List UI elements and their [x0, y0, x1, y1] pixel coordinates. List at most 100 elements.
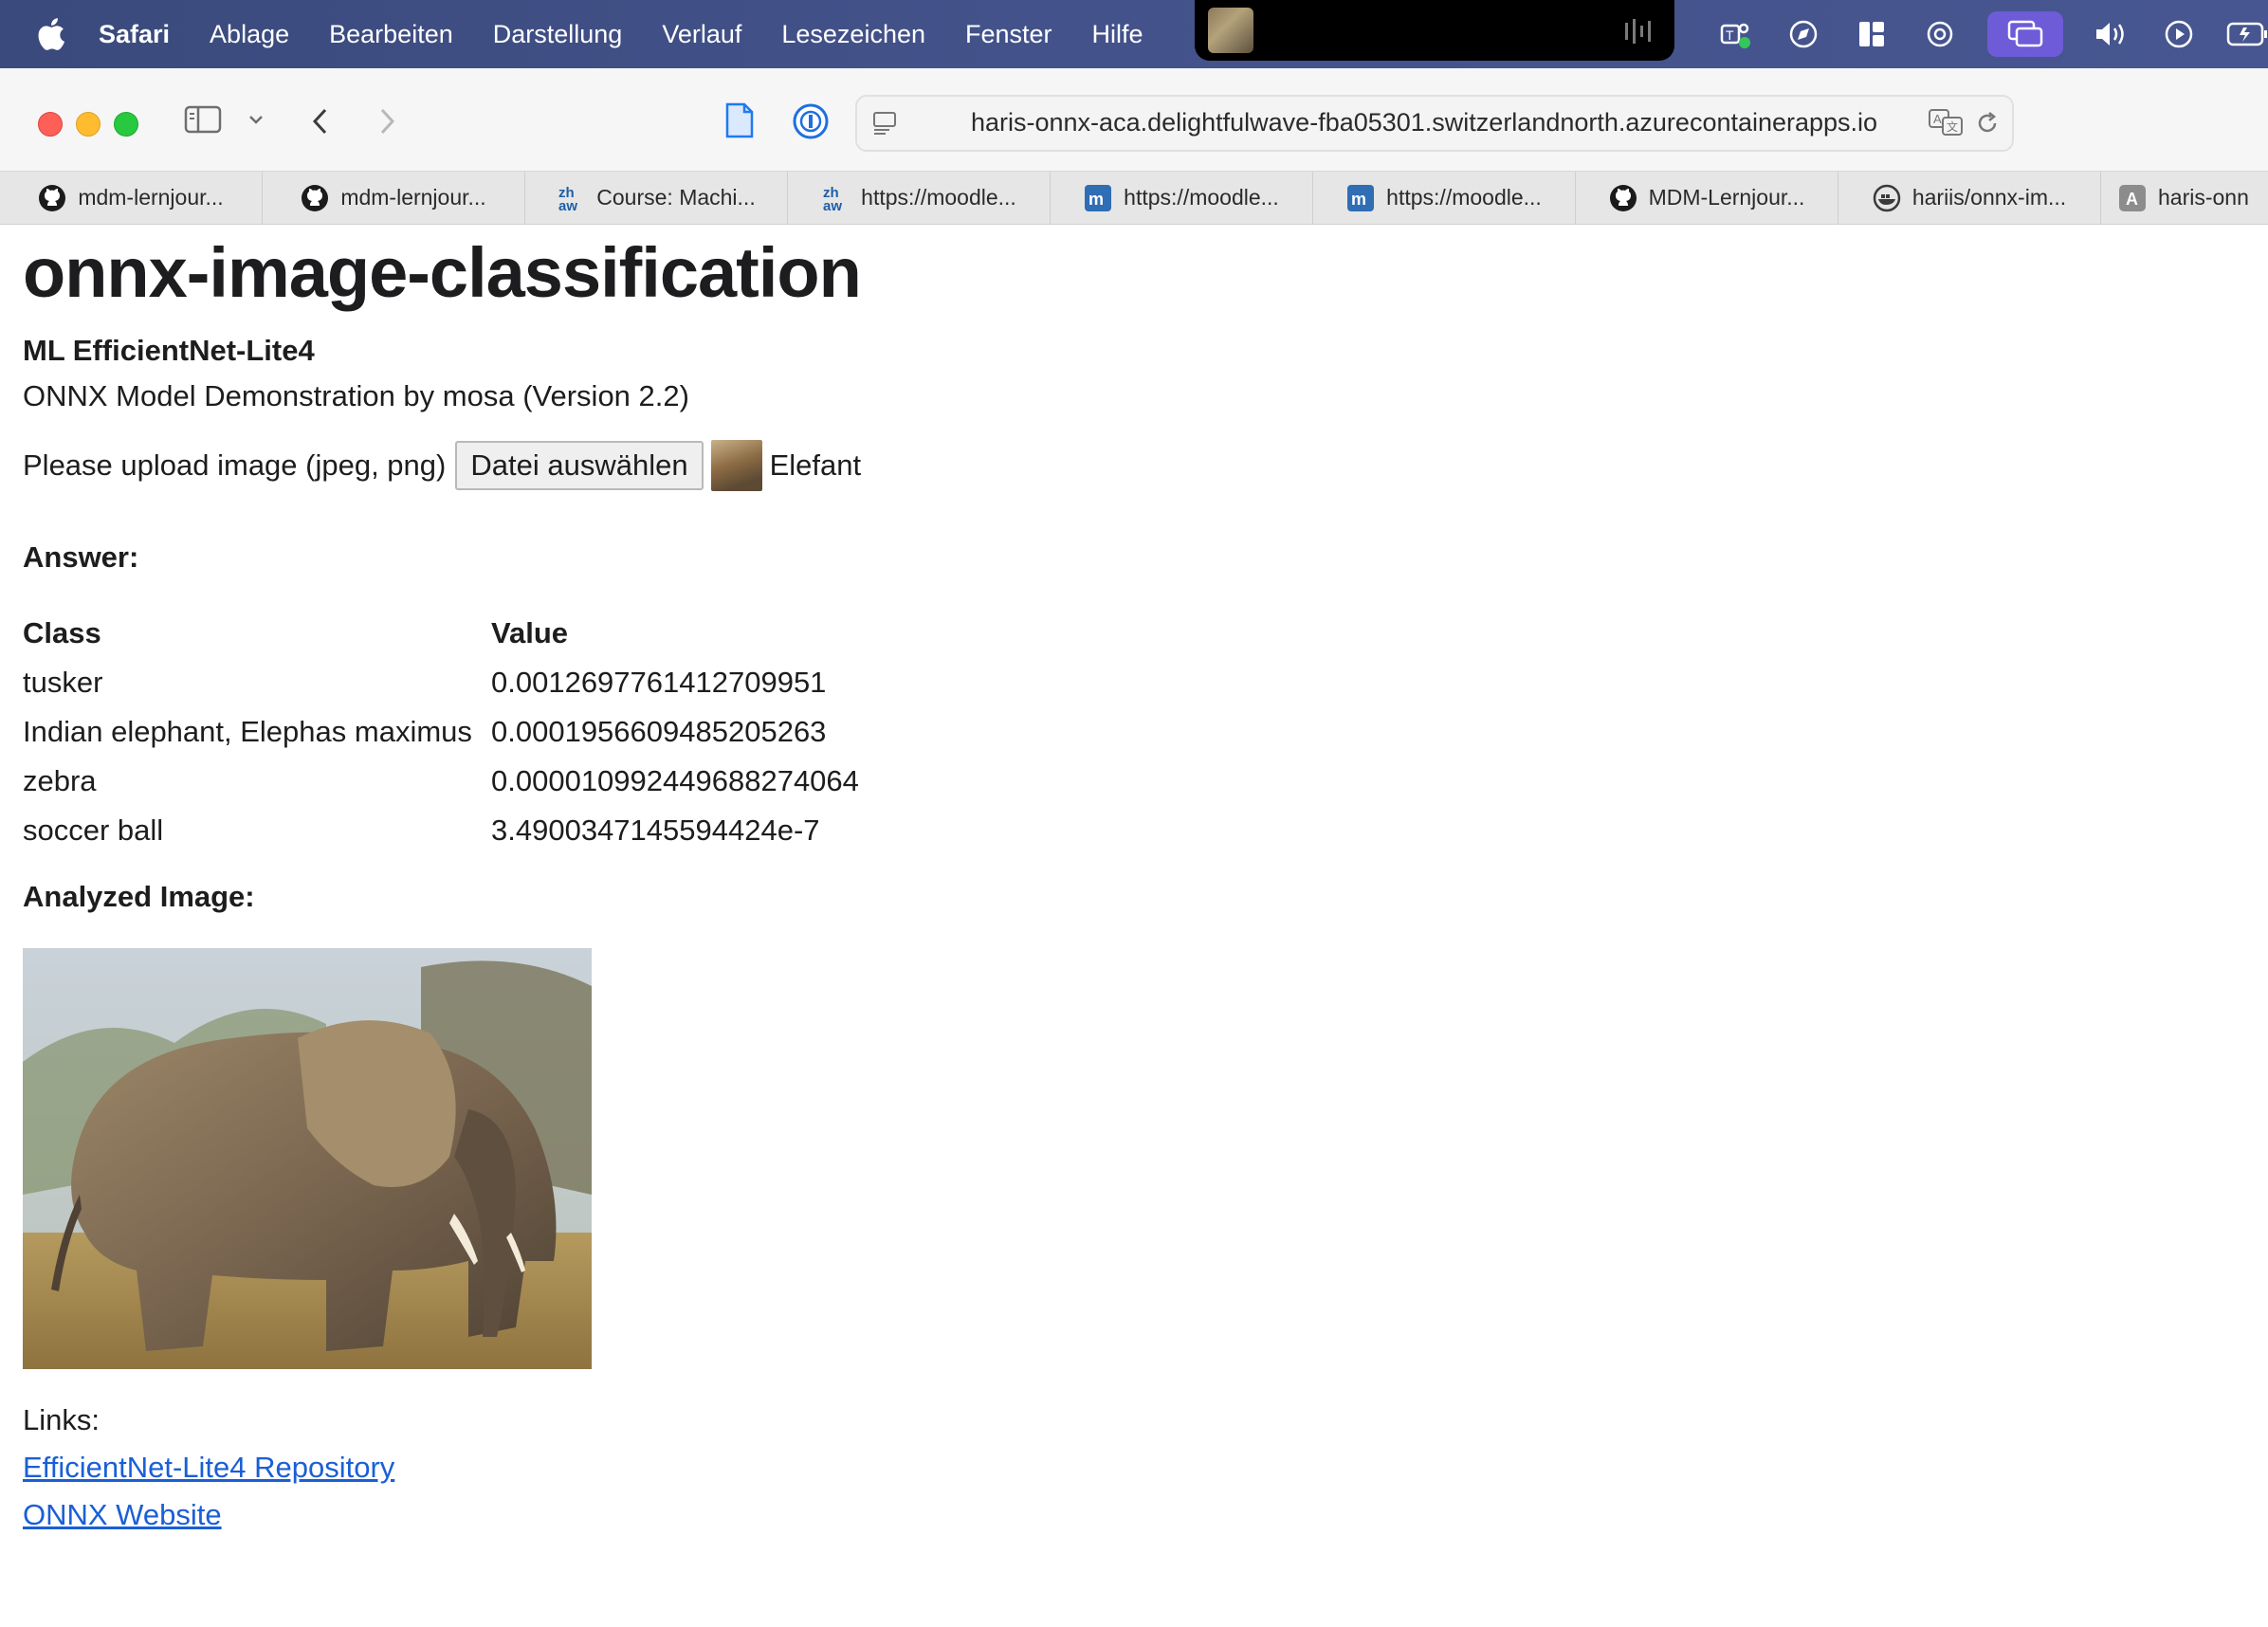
class-cell: soccer ball [23, 814, 164, 847]
url-text[interactable]: haris-onnx-aca.delightfulwave-fba05301.s… [971, 108, 1877, 137]
chevron-down-icon[interactable] [245, 110, 267, 129]
upload-row: Please upload image (jpeg, png) Datei au… [23, 440, 2241, 491]
menu-app-safari[interactable]: Safari [99, 20, 170, 49]
reader-view-icon[interactable] [870, 108, 901, 138]
minimize-window-button[interactable] [76, 112, 101, 137]
class-cell: Indian elephant, Elephas maximus [23, 715, 472, 748]
svg-text:A: A [1933, 112, 1942, 126]
page-content: onnx-image-classification ML EfficientNe… [23, 228, 2241, 1532]
back-arrow-icon[interactable] [303, 104, 338, 138]
now-playing-thumbnail [1208, 8, 1253, 53]
menu-verlauf[interactable]: Verlauf [662, 20, 741, 49]
moodle-icon: m [1346, 184, 1375, 212]
address-bar[interactable]: haris-onnx-aca.delightfulwave-fba05301.s… [855, 95, 2014, 152]
macos-menu-bar: Safari Ablage Bearbeiten Darstellung Ver… [0, 0, 2268, 68]
volume-icon[interactable] [2090, 13, 2131, 55]
svg-text:m: m [1088, 190, 1104, 209]
svg-text:T: T [1726, 27, 1734, 43]
class-cell: zebra [23, 764, 97, 797]
github-icon [1609, 184, 1637, 212]
tab-label: MDM-Lernjour... [1648, 185, 1805, 210]
close-window-button[interactable] [38, 112, 63, 137]
menu-ablage[interactable]: Ablage [210, 20, 289, 49]
tab-label: hariis/onnx-im... [1911, 185, 2067, 210]
tab-bar: mdm-lernjour... mdm-lernjour... zh aw Cou… [0, 172, 2268, 225]
answer-heading: Answer: [23, 540, 139, 574]
page-title: onnx-image-classification [23, 233, 862, 312]
tab-github-1[interactable]: mdm-lernjour... [0, 172, 263, 224]
selected-file-name: Elefant [769, 448, 862, 482]
table-row: zebra 0.000010992449688274064 [21, 757, 861, 806]
translate-icon[interactable]: A文 [1927, 106, 1965, 138]
menu-darstellung[interactable]: Darstellung [493, 20, 623, 49]
value-cell: 0.0001956609485205263 [491, 715, 827, 748]
browser-toolbar: haris-onnx-aca.delightfulwave-fba05301.s… [0, 68, 2268, 172]
tab-label: mdm-lernjour... [78, 185, 224, 210]
battery-icon[interactable] [2226, 13, 2268, 55]
class-cell: tusker [23, 666, 103, 699]
results-table: Class Value tusker 0.0012697761412709951… [21, 609, 861, 855]
azure-icon: A [2118, 184, 2147, 212]
svg-text:aw: aw [558, 198, 577, 212]
teams-icon[interactable]: T [1714, 13, 1756, 55]
analyzed-image-heading: Analyzed Image: [23, 880, 255, 913]
tab-zhaw-moodle[interactable]: zh aw https://moodle... [788, 172, 1051, 224]
table-row: tusker 0.0012697761412709951 [21, 658, 861, 707]
window-layout-icon[interactable] [1851, 13, 1893, 55]
tab-zhaw-course[interactable]: zh aw Course: Machi... [525, 172, 788, 224]
forward-arrow-icon[interactable] [370, 104, 404, 138]
github-icon [38, 184, 66, 212]
compass-icon[interactable] [1783, 13, 1824, 55]
value-cell: 3.4900347145594424e-7 [491, 814, 820, 847]
svg-text:A: A [2126, 190, 2138, 209]
zoom-window-button[interactable] [114, 112, 138, 137]
audio-bars-icon [1625, 19, 1651, 44]
now-playing-widget[interactable] [1195, 0, 1674, 61]
docker-icon [1873, 184, 1901, 212]
value-cell: 0.000010992449688274064 [491, 764, 859, 797]
file-thumbnail [710, 440, 762, 491]
model-subtitle: ML EfficientNet-Lite4 [23, 334, 315, 367]
table-header-row: Class Value [21, 609, 861, 658]
zhaw-icon: zh aw [821, 184, 850, 212]
svg-text:aw: aw [823, 198, 842, 212]
play-icon[interactable] [2158, 13, 2200, 55]
moodle-icon: m [1084, 184, 1112, 212]
page-document-icon[interactable] [721, 101, 759, 140]
tab-moodle-2[interactable]: m https://moodle... [1313, 172, 1576, 224]
efficientnet-repo-link[interactable]: EfficientNet-Lite4 Repository [23, 1451, 2241, 1485]
menu-bearbeiten[interactable]: Bearbeiten [329, 20, 453, 49]
svg-text:文: 文 [1947, 119, 1958, 134]
password-manager-icon[interactable] [791, 101, 831, 141]
value-cell: 0.0012697761412709951 [491, 666, 827, 699]
tab-github-3[interactable]: MDM-Lernjour... [1576, 172, 1838, 224]
status-icons: T [1714, 0, 2268, 68]
menu-fenster[interactable]: Fenster [965, 20, 1052, 49]
model-description: ONNX Model Demonstration by mosa (Versio… [23, 379, 689, 412]
table-row: soccer ball 3.4900347145594424e-7 [21, 806, 861, 855]
tab-label: Course: Machi... [596, 185, 756, 210]
tab-docker[interactable]: hariis/onnx-im... [1838, 172, 2101, 224]
onnx-website-link[interactable]: ONNX Website [23, 1498, 2241, 1532]
links-heading: Links: [23, 1403, 100, 1436]
choose-file-button[interactable]: Datei auswählen [455, 441, 704, 490]
menu-hilfe[interactable]: Hilfe [1092, 20, 1143, 49]
tab-moodle-1[interactable]: m https://moodle... [1051, 172, 1313, 224]
upload-label: Please upload image (jpeg, png) [23, 448, 447, 482]
tab-label: https://moodle... [1386, 185, 1542, 210]
tab-label: haris-onn [2158, 185, 2249, 210]
chatgpt-icon[interactable] [1919, 13, 1961, 55]
tab-github-2[interactable]: mdm-lernjour... [263, 172, 525, 224]
github-icon [301, 184, 329, 212]
screen-mirroring-icon[interactable] [1987, 11, 2063, 57]
zhaw-icon: zh aw [557, 184, 585, 212]
analyzed-elephant-image [23, 948, 592, 1369]
menu-lesezeichen[interactable]: Lesezeichen [781, 20, 925, 49]
reload-icon[interactable] [1972, 108, 2003, 138]
apple-icon[interactable] [34, 15, 72, 53]
sidebar-toggle-icon[interactable] [182, 102, 224, 137]
tab-label: https://moodle... [861, 185, 1016, 210]
tab-azure-active[interactable]: A haris-onn [2101, 172, 2268, 224]
tab-label: mdm-lernjour... [340, 185, 486, 210]
table-row: Indian elephant, Elephas maximus 0.00019… [21, 707, 861, 757]
